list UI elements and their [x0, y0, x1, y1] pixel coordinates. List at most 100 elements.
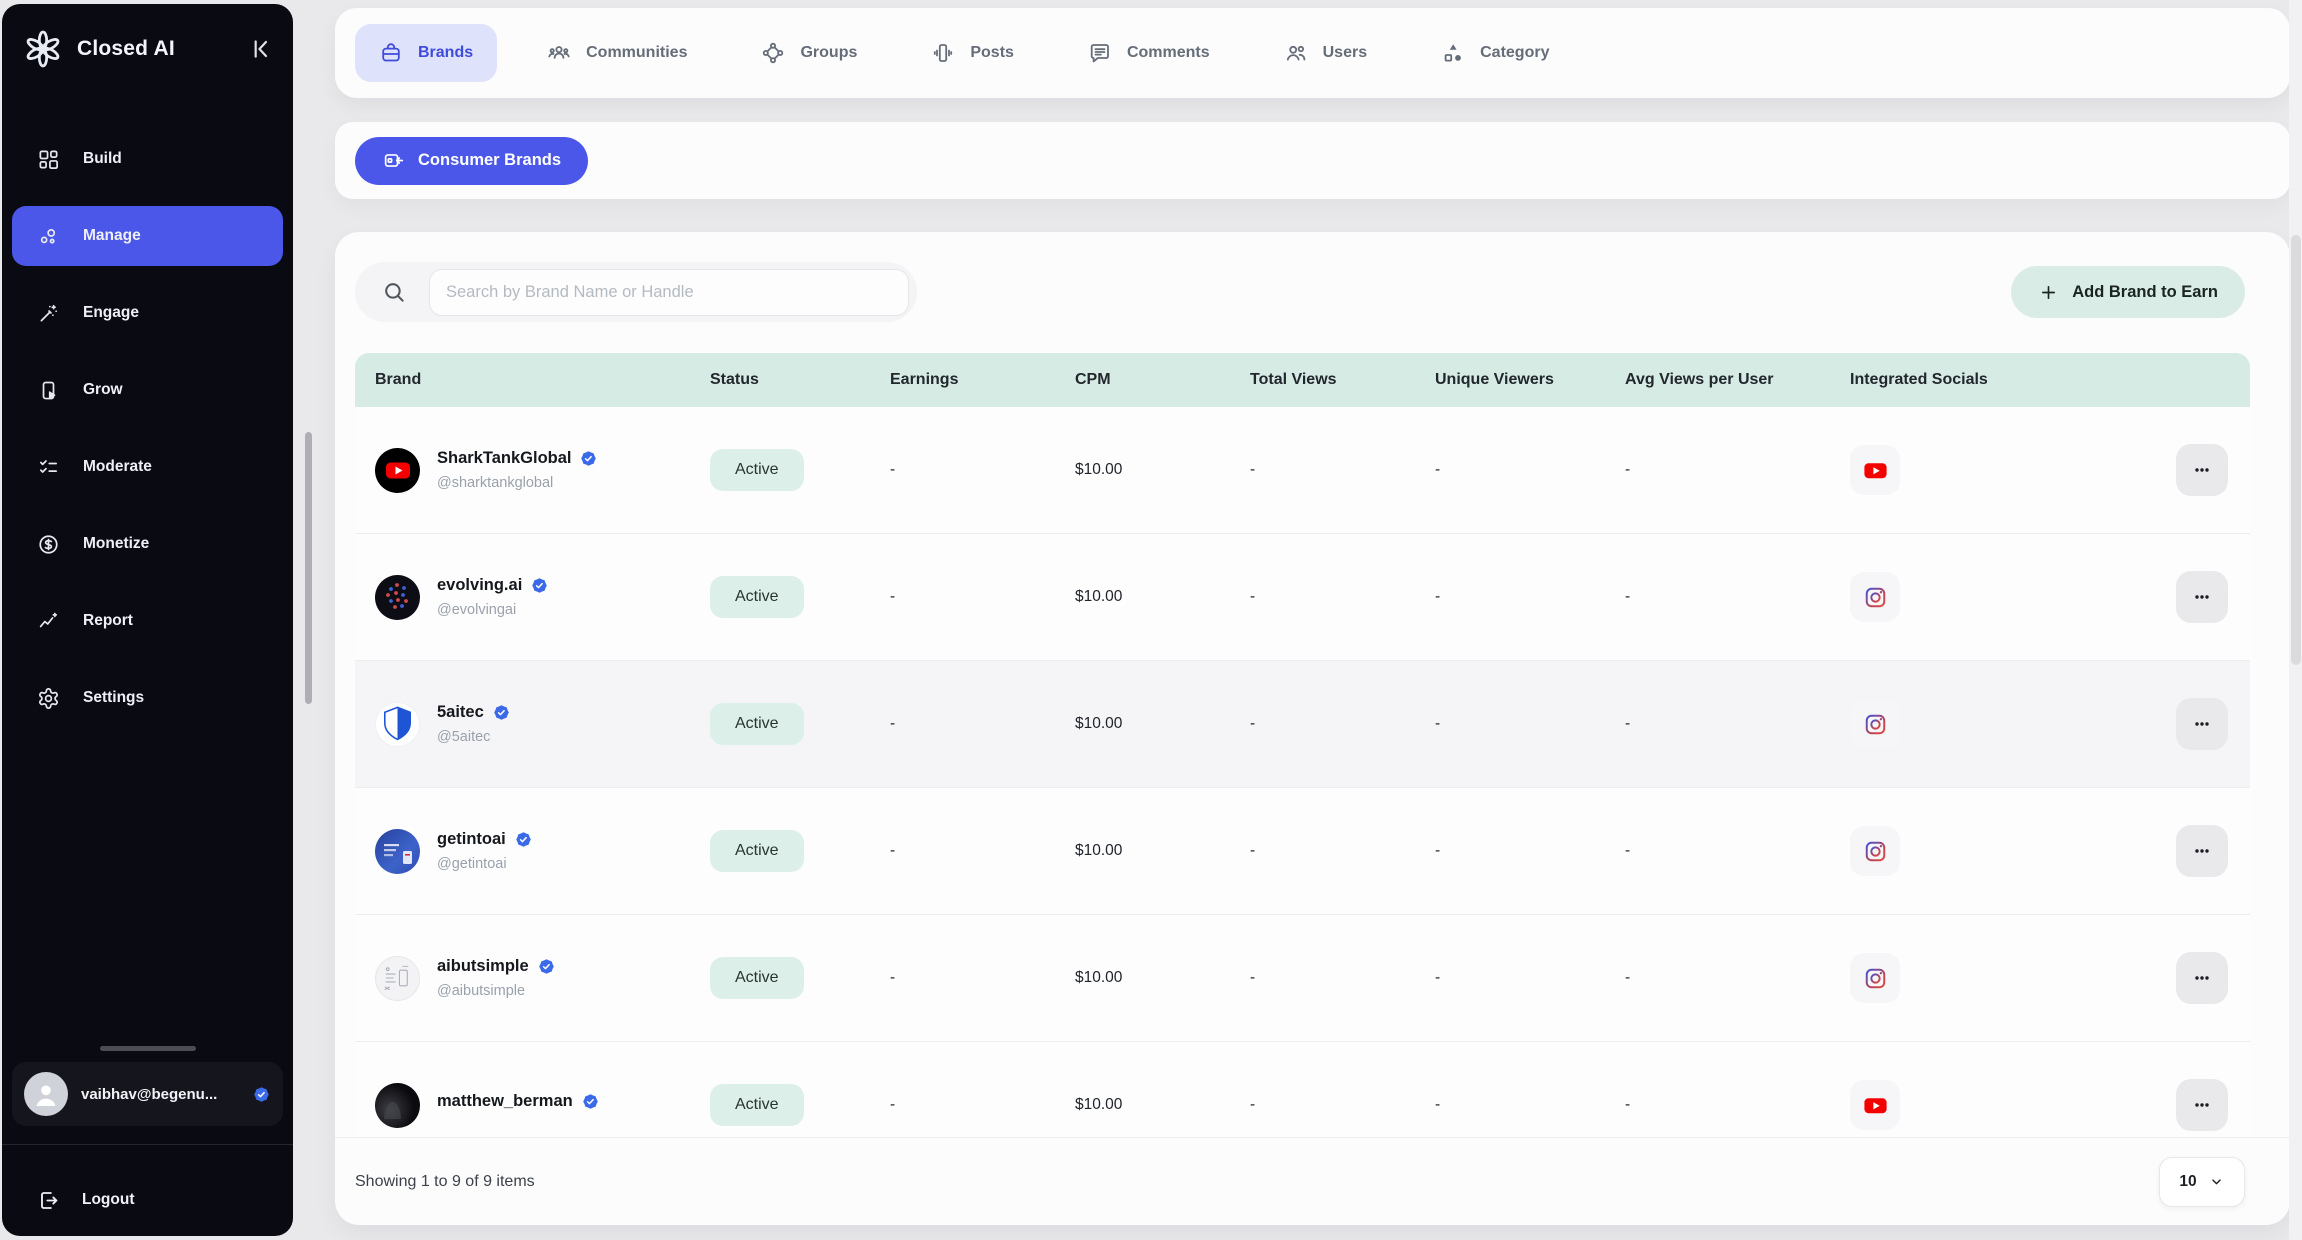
earnings-cell: -: [875, 588, 1060, 606]
column-header: Avg Views per User: [1610, 371, 1835, 389]
tab-brands[interactable]: Brands: [355, 24, 497, 82]
status-badge: Active: [710, 576, 804, 618]
brand-cell: matthew_berman: [355, 1083, 695, 1128]
sidebar-item-label: Report: [83, 612, 133, 630]
avg-views-cell: -: [1610, 588, 1835, 606]
sidebar-item-label: Grow: [83, 381, 123, 399]
status-cell: Active: [695, 449, 875, 491]
sidebar-item-grow[interactable]: Grow: [12, 360, 283, 420]
shapes-icon: [1441, 41, 1465, 65]
total-views-cell: -: [1235, 588, 1420, 606]
tab-category[interactable]: Category: [1417, 24, 1573, 82]
sketch-avatar: [375, 956, 420, 1001]
user-account-card[interactable]: vaibhav@begenu...: [12, 1062, 283, 1126]
table-row: aibutsimple @aibutsimple Active - $10.00…: [355, 915, 2250, 1042]
row-actions-button[interactable]: [2176, 444, 2228, 496]
tab-label: Posts: [970, 44, 1014, 62]
wallet-arrow-icon: [382, 149, 405, 172]
youtube-icon: [1850, 1080, 1900, 1130]
cpm-cell: $10.00: [1060, 715, 1235, 733]
checklist-icon: [37, 456, 60, 479]
network-icon: [761, 41, 785, 65]
brand-cell: getintoai @getintoai: [355, 829, 695, 874]
window-scrollbar[interactable]: [2289, 0, 2302, 1240]
sidebar-item-engage[interactable]: Engage: [12, 283, 283, 343]
instagram-icon: [1850, 699, 1900, 749]
nodes-icon: [37, 225, 60, 248]
sidebar-drag-handle[interactable]: [100, 1046, 196, 1051]
avg-views-cell: -: [1610, 969, 1835, 987]
sidebar: Closed AI Build Manage Engage Grow Moderate M…: [2, 4, 293, 1236]
actions-cell: [2090, 698, 2250, 750]
row-actions-button[interactable]: [2176, 952, 2228, 1004]
total-views-cell: -: [1235, 1096, 1420, 1114]
column-header: Integrated Socials: [1835, 371, 2090, 389]
tab-label: Comments: [1127, 44, 1210, 62]
consumer-brands-button[interactable]: Consumer Brands: [355, 137, 588, 185]
row-actions-button[interactable]: [2176, 1079, 2228, 1131]
socials-cell: [1835, 953, 2090, 1003]
earnings-cell: -: [875, 461, 1060, 479]
sidebar-item-label: Monetize: [83, 535, 149, 553]
sidebar-item-label: Manage: [83, 227, 141, 245]
dollar-coin-icon: [37, 533, 60, 556]
column-header: Earnings: [875, 371, 1060, 389]
socials-cell: [1835, 699, 2090, 749]
column-header: Status: [695, 371, 875, 389]
window-scrollbar-thumb[interactable]: [2291, 235, 2301, 665]
sidebar-item-manage[interactable]: Manage: [12, 206, 283, 266]
photo-dark-avatar: [375, 1083, 420, 1128]
cpm-cell: $10.00: [1060, 1096, 1235, 1114]
sidebar-item-build[interactable]: Build: [12, 129, 283, 189]
brand-handle: @aibutsimple: [437, 983, 556, 999]
user-avatar: [24, 1072, 68, 1116]
sidebar-item-report[interactable]: Report: [12, 591, 283, 651]
socials-cell: [1835, 572, 2090, 622]
people-group-icon: [547, 41, 571, 65]
unique-viewers-cell: -: [1420, 715, 1610, 733]
phone-vibrate-icon: [931, 41, 955, 65]
row-actions-button[interactable]: [2176, 698, 2228, 750]
sidebar-item-moderate[interactable]: Moderate: [12, 437, 283, 497]
socials-cell: [1835, 1080, 2090, 1130]
cpm-cell: $10.00: [1060, 969, 1235, 987]
status-badge: Active: [710, 1084, 804, 1126]
avg-views-cell: -: [1610, 715, 1835, 733]
column-header: Unique Viewers: [1420, 371, 1610, 389]
unique-viewers-cell: -: [1420, 969, 1610, 987]
sidebar-scrollbar[interactable]: [305, 432, 312, 704]
search-icon: [381, 279, 407, 305]
row-actions-button[interactable]: [2176, 825, 2228, 877]
tab-groups[interactable]: Groups: [737, 24, 881, 82]
sidebar-header: Closed AI: [2, 4, 293, 78]
brands-panel: Add Brand to Earn BrandStatusEarningsCPM…: [335, 232, 2290, 1225]
brands-table: BrandStatusEarningsCPMTotal ViewsUnique …: [355, 353, 2250, 1139]
tab-label: Brands: [418, 44, 473, 62]
total-views-cell: -: [1235, 715, 1420, 733]
tab-users[interactable]: Users: [1260, 24, 1391, 82]
tab-comments[interactable]: Comments: [1064, 24, 1234, 82]
column-header: Total Views: [1235, 371, 1420, 389]
instagram-icon: [1850, 572, 1900, 622]
search-input[interactable]: [429, 269, 909, 316]
add-brand-button[interactable]: Add Brand to Earn: [2011, 266, 2245, 318]
earnings-cell: -: [875, 842, 1060, 860]
status-cell: Active: [695, 830, 875, 872]
logout-button[interactable]: Logout: [12, 1172, 283, 1228]
avg-views-cell: -: [1610, 1096, 1835, 1114]
page-size-select[interactable]: 10: [2159, 1157, 2245, 1207]
verified-badge-icon: [530, 576, 549, 595]
tab-posts[interactable]: Posts: [907, 24, 1038, 82]
sidebar-item-settings[interactable]: Settings: [12, 668, 283, 728]
brand-cell: aibutsimple @aibutsimple: [355, 956, 695, 1001]
status-cell: Active: [695, 576, 875, 618]
comment-icon: [1088, 41, 1112, 65]
status-cell: Active: [695, 703, 875, 745]
sidebar-item-monetize[interactable]: Monetize: [12, 514, 283, 574]
row-actions-button[interactable]: [2176, 571, 2228, 623]
gear-icon: [37, 687, 60, 710]
brand-cell: 5aitec @5aitec: [355, 702, 695, 747]
sidebar-collapse-icon[interactable]: [247, 36, 273, 62]
tab-communities[interactable]: Communities: [523, 24, 711, 82]
table-row: 5aitec @5aitec Active - $10.00 - - -: [355, 661, 2250, 788]
